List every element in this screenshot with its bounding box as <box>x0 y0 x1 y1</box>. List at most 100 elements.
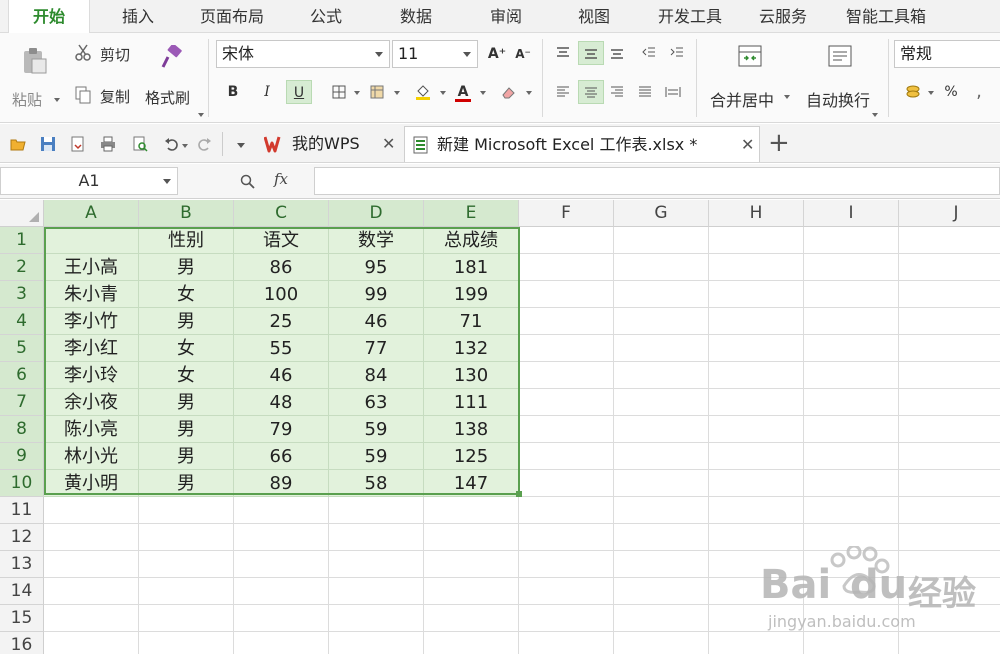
cell-h9[interactable] <box>709 443 804 470</box>
cell-c9[interactable]: 66 <box>234 443 329 470</box>
cell-a11[interactable] <box>44 497 139 524</box>
merge-center-button[interactable]: 合并居中 <box>704 37 794 117</box>
italic-button[interactable]: I <box>254 80 280 104</box>
cell-h12[interactable] <box>709 524 804 551</box>
cell-d12[interactable] <box>329 524 424 551</box>
cell-e6[interactable]: 130 <box>424 362 519 389</box>
cell-g1[interactable] <box>614 227 709 254</box>
cell-i1[interactable] <box>804 227 899 254</box>
cell-i3[interactable] <box>804 281 899 308</box>
column-header-c[interactable]: C <box>234 200 329 227</box>
cell-d3[interactable]: 99 <box>329 281 424 308</box>
cell-j10[interactable] <box>899 470 1000 497</box>
cell-a9[interactable]: 林小光 <box>44 443 139 470</box>
cell-b12[interactable] <box>139 524 234 551</box>
cell-a6[interactable]: 李小玲 <box>44 362 139 389</box>
cell-i8[interactable] <box>804 416 899 443</box>
cell-h7[interactable] <box>709 389 804 416</box>
cell-e5[interactable]: 132 <box>424 335 519 362</box>
save-icon[interactable] <box>40 136 56 152</box>
cell-c10[interactable]: 89 <box>234 470 329 497</box>
font-color-button[interactable]: A <box>450 80 476 104</box>
fill-handle[interactable] <box>516 491 522 497</box>
font-name-combo[interactable]: 宋体 <box>216 40 390 68</box>
align-right-button[interactable] <box>604 80 630 104</box>
cell-c5[interactable]: 55 <box>234 335 329 362</box>
cell-d11[interactable] <box>329 497 424 524</box>
align-bottom-button[interactable] <box>604 41 630 65</box>
tab-review[interactable]: 审阅 <box>476 0 536 33</box>
column-header-i[interactable]: I <box>804 200 899 227</box>
cell-g2[interactable] <box>614 254 709 281</box>
cell-b14[interactable] <box>139 578 234 605</box>
tab-data[interactable]: 数据 <box>386 0 446 33</box>
column-header-d[interactable]: D <box>329 200 424 227</box>
cell-f4[interactable] <box>519 308 614 335</box>
print-icon[interactable] <box>100 136 116 152</box>
cell-b2[interactable]: 男 <box>139 254 234 281</box>
cell-d1[interactable]: 数学 <box>329 227 424 254</box>
row-header-2[interactable]: 2 <box>0 254 44 281</box>
cell-a3[interactable]: 朱小青 <box>44 281 139 308</box>
redo-icon[interactable] <box>196 136 212 152</box>
row-header-6[interactable]: 6 <box>0 362 44 389</box>
cell-i11[interactable] <box>804 497 899 524</box>
cell-b6[interactable]: 女 <box>139 362 234 389</box>
cell-e1[interactable]: 总成绩 <box>424 227 519 254</box>
cell-g6[interactable] <box>614 362 709 389</box>
tab-view[interactable]: 视图 <box>564 0 624 33</box>
cell-b7[interactable]: 男 <box>139 389 234 416</box>
cell-style-button[interactable] <box>364 80 390 104</box>
cell-f15[interactable] <box>519 605 614 632</box>
column-header-f[interactable]: F <box>519 200 614 227</box>
row-header-5[interactable]: 5 <box>0 335 44 362</box>
cell-b5[interactable]: 女 <box>139 335 234 362</box>
paste-button[interactable]: 粘贴 <box>6 37 62 117</box>
cell-e16[interactable] <box>424 632 519 654</box>
row-header-8[interactable]: 8 <box>0 416 44 443</box>
doc-tab-my-wps[interactable]: 我的WPS ✕ <box>258 126 400 162</box>
chevron-down-icon[interactable] <box>182 144 188 148</box>
name-box[interactable]: A1 <box>0 167 178 195</box>
align-left-button[interactable] <box>550 80 576 104</box>
cell-f6[interactable] <box>519 362 614 389</box>
cell-j12[interactable] <box>899 524 1000 551</box>
fx-button[interactable]: fx <box>274 170 288 188</box>
fill-color-button[interactable] <box>410 80 436 104</box>
print-preview-icon[interactable] <box>132 136 148 152</box>
cell-c7[interactable]: 48 <box>234 389 329 416</box>
cell-g3[interactable] <box>614 281 709 308</box>
justify-button[interactable] <box>632 80 658 104</box>
cell-f9[interactable] <box>519 443 614 470</box>
cell-e4[interactable]: 71 <box>424 308 519 335</box>
chevron-down-icon[interactable] <box>440 91 446 95</box>
select-all-corner[interactable] <box>0 200 44 227</box>
cell-h10[interactable] <box>709 470 804 497</box>
cell-h5[interactable] <box>709 335 804 362</box>
cell-e7[interactable]: 111 <box>424 389 519 416</box>
cell-d8[interactable]: 59 <box>329 416 424 443</box>
cell-c6[interactable]: 46 <box>234 362 329 389</box>
cell-a14[interactable] <box>44 578 139 605</box>
column-header-a[interactable]: A <box>44 200 139 227</box>
cell-f8[interactable] <box>519 416 614 443</box>
cell-i5[interactable] <box>804 335 899 362</box>
cell-g16[interactable] <box>614 632 709 654</box>
cell-d5[interactable]: 77 <box>329 335 424 362</box>
cell-b3[interactable]: 女 <box>139 281 234 308</box>
font-size-combo[interactable]: 11 <box>392 40 478 68</box>
row-header-3[interactable]: 3 <box>0 281 44 308</box>
percent-format-button[interactable]: % <box>938 80 964 104</box>
cell-a7[interactable]: 余小夜 <box>44 389 139 416</box>
formula-input[interactable] <box>314 167 1000 195</box>
cell-f14[interactable] <box>519 578 614 605</box>
cell-j4[interactable] <box>899 308 1000 335</box>
copy-button[interactable]: 复制 <box>72 83 138 109</box>
cell-g14[interactable] <box>614 578 709 605</box>
cell-j9[interactable] <box>899 443 1000 470</box>
cell-c8[interactable]: 79 <box>234 416 329 443</box>
row-header-10[interactable]: 10 <box>0 470 44 497</box>
bold-button[interactable]: B <box>220 80 246 104</box>
cell-d2[interactable]: 95 <box>329 254 424 281</box>
new-tab-plus-icon[interactable]: + <box>768 128 790 158</box>
